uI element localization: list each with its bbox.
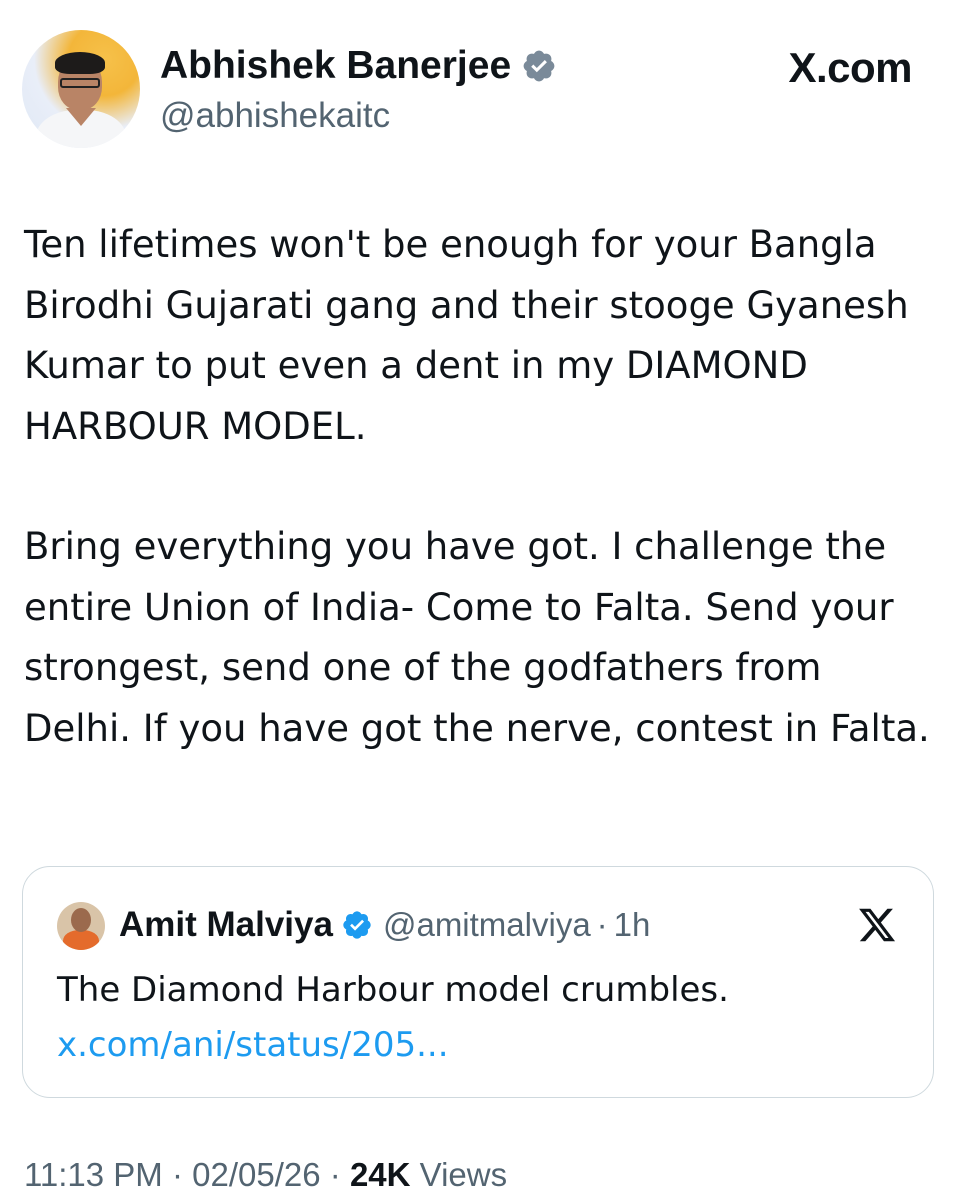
meta-separator: · xyxy=(162,1156,193,1193)
quoted-author-row: Amit Malviya @amitmalviya · 1h xyxy=(119,905,650,945)
author-handle[interactable]: @abhishekaitc xyxy=(160,96,390,136)
author-avatar[interactable] xyxy=(22,30,140,148)
verified-badge-icon xyxy=(523,50,555,82)
author-name[interactable]: Abhishek Banerjee xyxy=(160,44,511,88)
x-com-logo: X.com xyxy=(788,44,912,91)
views-count[interactable]: 24K xyxy=(350,1156,411,1193)
post-meta: 11:13 PM · 02/05/26 · 24K Views xyxy=(24,1156,507,1194)
quoted-author-name[interactable]: Amit Malviya xyxy=(119,905,333,945)
views-label: Views xyxy=(410,1156,508,1193)
post-date[interactable]: 02/05/26 xyxy=(192,1156,320,1193)
quoted-author-handle[interactable]: @amitmalviya xyxy=(383,906,591,944)
x-logo-icon xyxy=(859,908,896,942)
quoted-separator: · xyxy=(596,906,608,943)
meta-separator: · xyxy=(320,1156,350,1193)
quoted-post-card[interactable]: Amit Malviya @amitmalviya · 1h The Diamo… xyxy=(22,866,934,1098)
author-name-row: Abhishek Banerjee xyxy=(160,44,557,88)
quoted-text-content: The Diamond Harbour model crumbles. xyxy=(57,970,729,1010)
verified-badge-icon xyxy=(343,911,371,939)
post-time[interactable]: 11:13 PM xyxy=(24,1156,163,1193)
quoted-post-text: The Diamond Harbour model crumbles. x.co… xyxy=(57,963,907,1073)
quoted-time: 1h xyxy=(613,906,651,943)
post-paragraph-1: Ten lifetimes won't be enough for your B… xyxy=(24,223,909,448)
post-body: Ten lifetimes won't be enough for your B… xyxy=(24,215,939,759)
quoted-author-avatar[interactable] xyxy=(57,902,105,950)
post-paragraph-2: Bring everything you have got. I challen… xyxy=(24,525,930,750)
quoted-link[interactable]: x.com/ani/status/205... xyxy=(57,1025,449,1065)
